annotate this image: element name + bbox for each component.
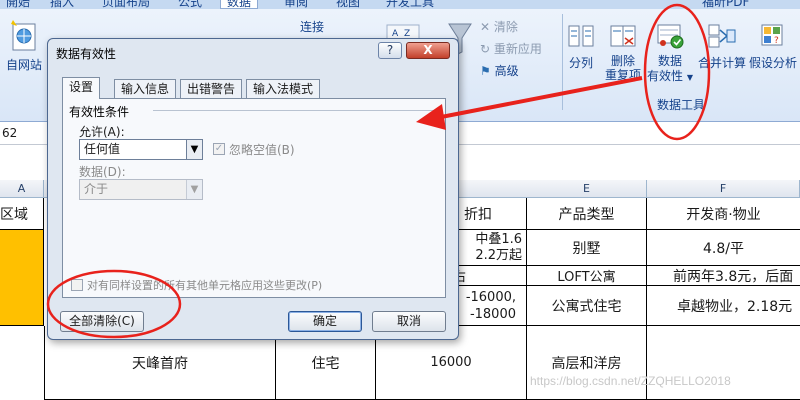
product-type-cell[interactable]: 别墅 [527, 230, 647, 266]
from-web-label: 自网站 [5, 58, 42, 72]
ok-button[interactable]: 确定 [288, 311, 362, 332]
data-validation-label-line2: 有效性 ▼ [647, 69, 693, 83]
price-line-1: -16000, [465, 289, 516, 305]
region-cell[interactable] [0, 230, 44, 326]
data-validation-button[interactable]: 数据 有效性 ▼ [645, 22, 695, 85]
data-validation-label-line1: 数据 [657, 54, 682, 68]
developer-cell[interactable] [647, 326, 800, 400]
reapply-label: 重新应用 [493, 42, 542, 56]
connections-button[interactable]: 连接 [300, 18, 324, 36]
clear-filter-button[interactable]: ✕ 清除 [480, 18, 518, 36]
data-tools-group-label: 数据工具 [657, 98, 706, 112]
tab-input-message[interactable]: 输入信息 [114, 79, 177, 99]
ribbon-tabs: 開始 插入 页面布局 公式 数据 审阅 视图 开发工具 福昕PDF [0, 0, 800, 9]
svg-text:?: ? [774, 36, 779, 46]
close-icon: X [423, 43, 433, 57]
product-type-cell[interactable]: LOFT公寓 [527, 266, 647, 286]
cancel-button[interactable]: 取消 [372, 311, 446, 332]
help-button[interactable]: ? [378, 42, 402, 59]
column-header-a[interactable]: A [0, 180, 44, 198]
data-label: 数据(D): [79, 165, 126, 179]
chevron-down-icon[interactable]: ▼ [186, 180, 202, 199]
data-validation-icon [657, 24, 684, 49]
settings-panel: 有效性条件 允许(A): 任何值 ▼ ✓ 忽略空值(B) 数据(D): 介于 ▼… [62, 98, 446, 298]
allow-select-value: 任何值 [84, 142, 121, 156]
data-operator-select[interactable]: 介于 ▼ [79, 179, 203, 200]
clear-all-button[interactable]: 全部清除(C) [60, 311, 144, 332]
chevron-down-icon: ▼ [686, 73, 693, 82]
apply-all-label: 对有同样设置的所有其他单元格应用这些更改(P) [87, 279, 323, 292]
allow-label: 允许(A): [79, 125, 125, 139]
remove-duplicates-label-line1: 删除 [610, 54, 635, 68]
header-cell-product-type[interactable]: 产品类型 [527, 198, 647, 230]
web-page-icon [11, 20, 36, 51]
remove-duplicates-button[interactable]: 删除 重复项 [601, 22, 645, 82]
chevron-down-icon[interactable]: ▼ [186, 140, 202, 159]
watermark: https://blog.csdn.net/ZZQHELLO2018 [530, 374, 731, 388]
advanced-filter-button[interactable]: ⚑ 高级 [480, 62, 519, 80]
product-type-cell[interactable]: 公寓式住宅 [527, 286, 647, 326]
tab-error-alert[interactable]: 出错警告 [180, 79, 243, 99]
section-divider [153, 110, 439, 111]
ribbon-tab-insert[interactable]: 插入 [44, 0, 80, 9]
tab-settings[interactable]: 设置 [62, 77, 101, 99]
ribbon-tab-review[interactable]: 审阅 [278, 0, 314, 9]
ribbon-tab-page-layout[interactable]: 页面布局 [96, 0, 156, 9]
remove-duplicates-label-line2: 重复项 [604, 68, 641, 82]
tab-ime-mode[interactable]: 输入法模式 [246, 79, 321, 99]
consolidate-label: 合并计算 [697, 56, 746, 70]
price-line-2: -18000 [469, 306, 516, 322]
text-to-columns-label: 分列 [568, 56, 593, 70]
data-operator-value: 介于 [84, 182, 109, 196]
data-validation-dialog: 数据有效性 ? X 设置 输入信息 出错警告 输入法模式 有效性条件 允许(A)… [47, 38, 459, 340]
ribbon-tab-data[interactable]: 数据 [220, 0, 259, 9]
text-to-columns-button[interactable]: 分列 [563, 22, 599, 71]
text-to-columns-icon [568, 25, 594, 47]
validation-criteria-label: 有效性条件 [69, 105, 130, 119]
column-header-f[interactable]: F [647, 180, 800, 198]
ribbon-tab-developer[interactable]: 开发工具 [380, 0, 440, 9]
what-if-analysis-button[interactable]: ? 假设分析 [746, 22, 800, 71]
ribbon-tab-foxit-pdf[interactable]: 福昕PDF [696, 0, 755, 9]
ribbon-tab-home[interactable]: 開始 [0, 0, 36, 9]
connections-label: 连接 [300, 20, 325, 34]
name-box[interactable]: 62 [2, 126, 17, 140]
advanced-filter-icon: ⚑ [480, 64, 495, 78]
remove-duplicates-icon [610, 25, 636, 47]
close-button[interactable]: X [406, 42, 450, 59]
price-line-2: 2.2万起 [475, 247, 522, 263]
clear-filter-label: 清除 [493, 20, 518, 34]
advanced-filter-label: 高级 [494, 64, 519, 78]
header-cell-developer[interactable]: 开发商·物业 [647, 198, 800, 230]
consolidate-icon [708, 24, 736, 48]
allow-select[interactable]: 任何值 ▼ [79, 139, 203, 160]
what-if-analysis-icon: ? [761, 24, 783, 46]
ignore-blank-checkbox[interactable]: ✓ [213, 143, 225, 155]
from-web-button[interactable]: 自网站 [2, 18, 46, 73]
developer-cell[interactable]: 卓越物业，2.18元 [647, 286, 800, 326]
column-header-e[interactable]: E [527, 180, 647, 198]
dialog-title: 数据有效性 [56, 47, 117, 61]
consolidate-button[interactable]: 合并计算 [697, 22, 747, 71]
clear-filter-icon: ✕ [480, 20, 494, 34]
ribbon-tab-formulas[interactable]: 公式 [172, 0, 208, 9]
reapply-button[interactable]: ↻ 重新应用 [480, 40, 542, 58]
developer-cell[interactable]: 4.8/平 [647, 230, 800, 266]
ignore-blank-label: 忽略空值(B) [229, 143, 295, 157]
header-cell-region[interactable]: 区域 [0, 198, 44, 230]
ribbon-tab-view[interactable]: 视图 [330, 0, 366, 9]
price-line-1: 中叠1.6 [475, 231, 522, 247]
reapply-icon: ↻ [480, 42, 494, 56]
developer-cell[interactable]: 前两年3.8元，后面 [647, 266, 800, 286]
what-if-analysis-label: 假设分析 [748, 56, 797, 70]
product-type-cell[interactable]: 高层和洋房 [527, 326, 647, 400]
apply-all-checkbox[interactable] [71, 279, 83, 291]
